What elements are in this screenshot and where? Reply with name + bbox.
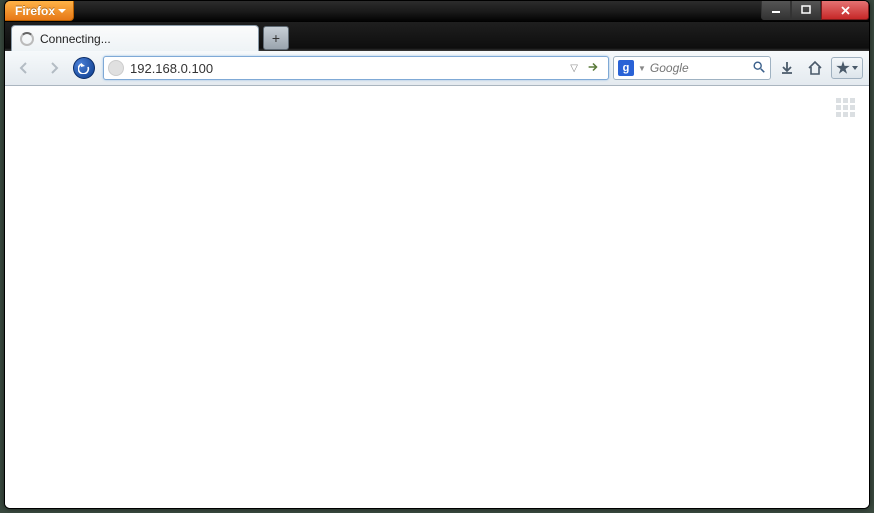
- star-icon: [836, 61, 850, 75]
- plus-icon: +: [272, 30, 280, 46]
- home-button[interactable]: [803, 56, 827, 80]
- downloads-button[interactable]: [775, 56, 799, 80]
- go-button[interactable]: [582, 60, 604, 77]
- loading-spinner-icon: [20, 32, 34, 46]
- firefox-menu-label: Firefox: [15, 4, 55, 18]
- search-submit-button[interactable]: [752, 60, 766, 77]
- url-bar[interactable]: ▽: [103, 56, 609, 80]
- download-icon: [779, 60, 795, 76]
- close-icon: [840, 5, 851, 16]
- close-button[interactable]: [821, 1, 869, 20]
- bookmarks-menu-button[interactable]: [831, 57, 863, 79]
- url-history-dropdown[interactable]: ▽: [566, 63, 582, 74]
- tab-active[interactable]: Connecting...: [11, 25, 259, 51]
- search-input[interactable]: [650, 61, 748, 75]
- go-arrow-icon: [586, 60, 600, 74]
- title-bar: Firefox: [5, 1, 869, 22]
- url-input[interactable]: [130, 61, 566, 76]
- home-icon: [807, 60, 823, 76]
- search-bar[interactable]: g ▼: [613, 56, 771, 80]
- back-arrow-icon: [16, 60, 32, 76]
- tab-title: Connecting...: [40, 32, 111, 46]
- search-engine-icon[interactable]: g: [618, 60, 634, 76]
- site-identity-icon[interactable]: [108, 60, 124, 76]
- new-tab-button[interactable]: +: [263, 26, 289, 50]
- minimize-button[interactable]: [761, 1, 791, 20]
- browser-window: Firefox Connecting... +: [4, 0, 870, 509]
- tab-strip: Connecting... +: [5, 22, 869, 51]
- forward-arrow-icon: [46, 60, 62, 76]
- window-controls: [761, 1, 869, 20]
- minimize-icon: [771, 5, 781, 15]
- forward-button: [41, 55, 67, 81]
- stop-icon: [78, 62, 90, 74]
- magnifier-icon: [752, 60, 766, 74]
- search-engine-dropdown[interactable]: ▼: [638, 64, 646, 73]
- stop-reload-button[interactable]: [73, 57, 95, 79]
- page-content: [5, 86, 869, 508]
- maximize-button[interactable]: [791, 1, 821, 20]
- firefox-menu-button[interactable]: Firefox: [5, 1, 74, 21]
- maximize-icon: [801, 5, 811, 15]
- navigation-toolbar: ▽ g ▼: [5, 51, 869, 86]
- back-button: [11, 55, 37, 81]
- tab-groups-button[interactable]: [836, 98, 855, 117]
